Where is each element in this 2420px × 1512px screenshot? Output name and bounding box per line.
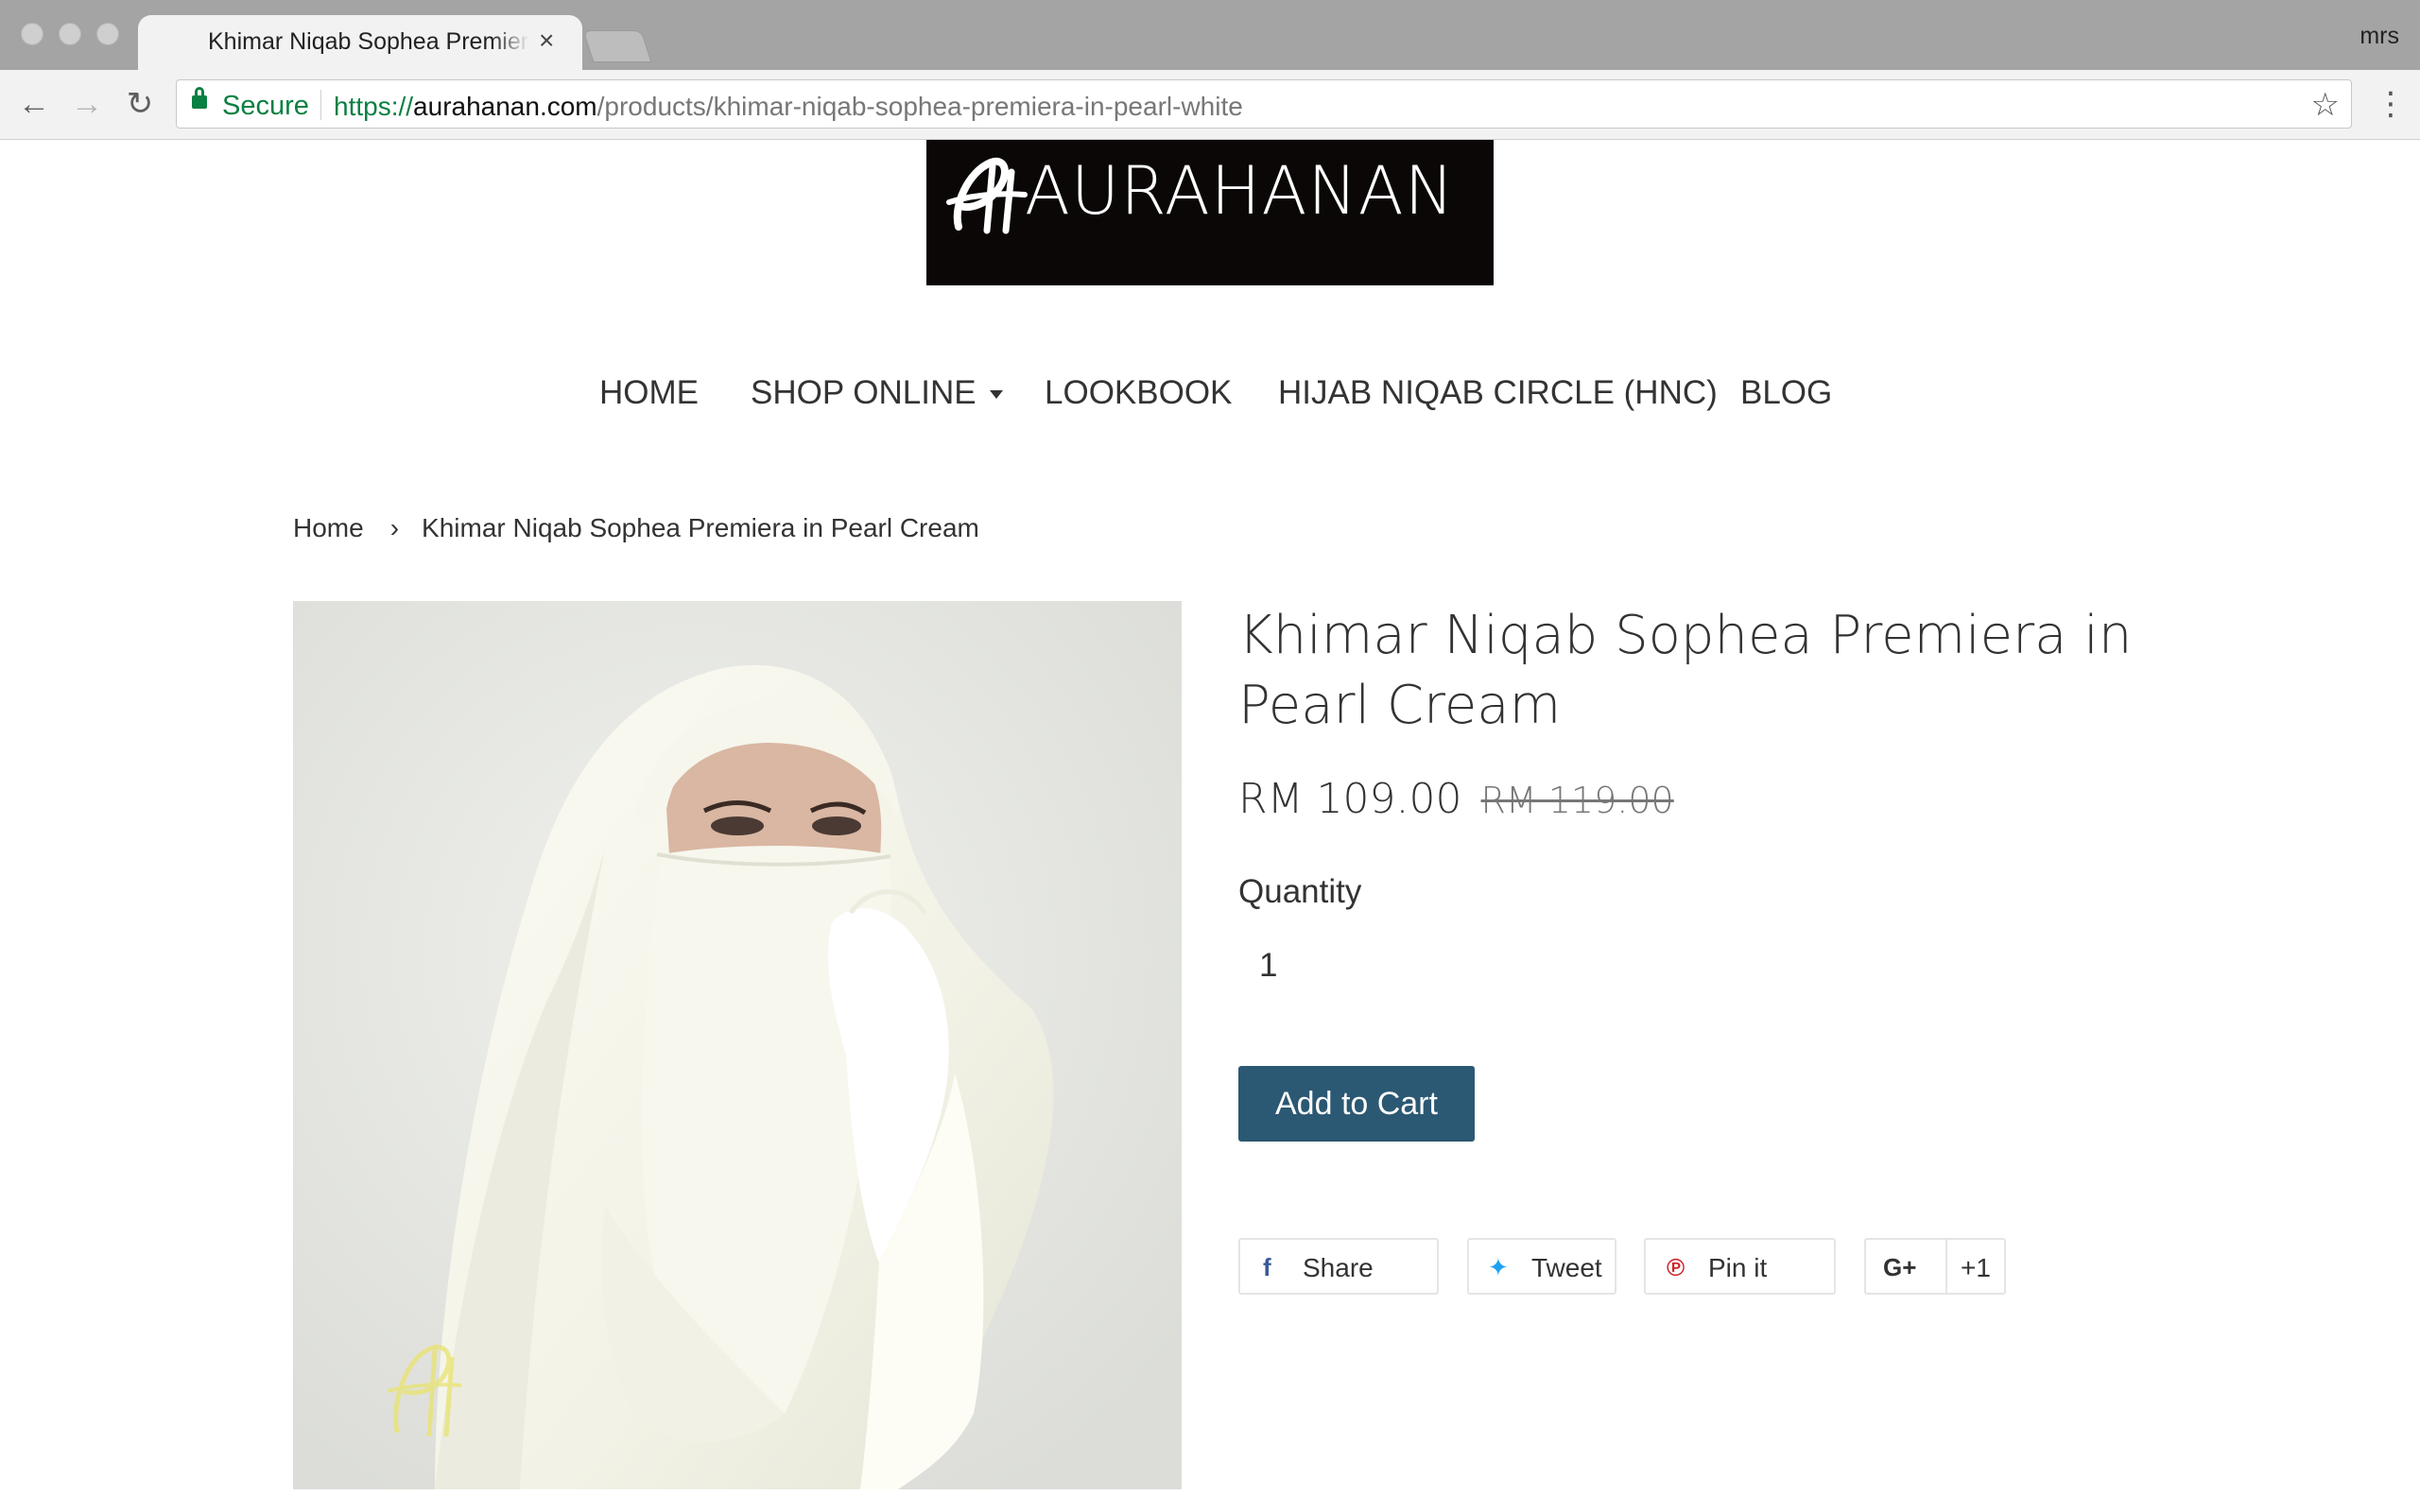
minimize-window-icon[interactable]	[59, 23, 81, 45]
address-bar[interactable]: Secure https://aurahanan.com/products/kh…	[176, 79, 2352, 129]
browser-tab-active[interactable]: Khimar Niqab Sophea Premiera in Pearl Wh…	[138, 15, 582, 70]
url-scheme: https://	[334, 92, 414, 121]
tab-close-icon[interactable]: ×	[539, 26, 554, 55]
tab-title: Khimar Niqab Sophea Premiera in Pearl Wh…	[208, 28, 529, 56]
share-facebook-button[interactable]: f Share	[1238, 1238, 1439, 1295]
twitter-icon: ✦	[1488, 1253, 1509, 1281]
maximize-window-icon[interactable]	[96, 23, 119, 45]
profile-name[interactable]: mrs	[2360, 23, 2399, 50]
sale-price: RM 109.00	[1238, 775, 1462, 823]
close-window-icon[interactable]	[21, 23, 43, 45]
browser-menu-icon[interactable]: ⋮	[2375, 85, 2407, 123]
share-twitter-label: Tweet	[1531, 1253, 1602, 1282]
product-price-block: RM 109.00 RM 119.00	[1238, 775, 1674, 823]
compare-price: RM 119.00	[1480, 780, 1674, 821]
share-googleplus-label: +1	[1961, 1253, 1991, 1282]
nav-home[interactable]: HOME	[599, 374, 699, 412]
back-arrow-icon[interactable]: ←	[17, 87, 51, 121]
browser-toolbar: ← → ↻ Secure https://aurahanan.com/produ…	[0, 70, 2420, 140]
browser-tab-bar: Khimar Niqab Sophea Premiera in Pearl Wh…	[0, 0, 2420, 70]
add-to-cart-button[interactable]: Add to Cart	[1238, 1066, 1475, 1142]
nav-blog[interactable]: BLOG	[1740, 374, 1832, 412]
breadcrumb-home[interactable]: Home	[293, 513, 364, 542]
product-title: Khimar Niqab Sophea Premiera in Pearl Cr…	[1238, 605, 2133, 736]
googleplus-icon: G+	[1883, 1253, 1917, 1281]
main-navigation: HOME SHOP ONLINE LOOKBOOK HIJAB NIQAB CI…	[0, 374, 2420, 421]
site-logo[interactable]: AURAHANAN	[926, 140, 1494, 285]
new-tab-button[interactable]	[582, 30, 652, 62]
breadcrumb-current: Khimar Niqab Sophea Premiera in Pearl Cr…	[422, 513, 979, 542]
googleplus-divider	[1945, 1240, 1947, 1293]
facebook-icon: f	[1263, 1253, 1271, 1281]
url-path: /products/khimar-niqab-sophea-premiera-i…	[596, 92, 1243, 121]
quantity-label: Quantity	[1238, 873, 1362, 910]
caret-down-icon	[989, 390, 1003, 400]
nav-shop-online[interactable]: SHOP ONLINE	[751, 374, 1003, 412]
secure-label: Secure	[222, 91, 309, 121]
share-pinterest-label: Pin it	[1708, 1253, 1768, 1282]
bookmark-star-icon[interactable]: ☆	[2311, 86, 2340, 124]
quantity-input[interactable]	[1244, 941, 1357, 990]
nav-hijab-niqab-circle[interactable]: HIJAB NIQAB CIRCLE (HNC)	[1278, 374, 1718, 412]
pinterest-icon: ℗	[1667, 1253, 1685, 1281]
share-pinterest-button[interactable]: ℗ Pin it	[1644, 1238, 1836, 1295]
share-googleplus-button[interactable]: G+ +1	[1864, 1238, 2006, 1295]
forward-arrow-icon[interactable]: →	[70, 87, 104, 121]
url-text[interactable]: https://aurahanan.com/products/khimar-ni…	[334, 92, 1243, 122]
share-twitter-button[interactable]: ✦ Tweet	[1467, 1238, 1616, 1295]
breadcrumb-chevron-icon: ›	[389, 513, 400, 542]
breadcrumb: Home › Khimar Niqab Sophea Premiera in Pea…	[293, 513, 979, 543]
product-image[interactable]	[293, 601, 1182, 1489]
logo-monogram-icon	[946, 157, 1028, 234]
nav-shop-online-label: SHOP ONLINE	[751, 374, 977, 411]
reload-icon[interactable]: ↻	[123, 87, 157, 121]
address-divider	[320, 90, 321, 120]
url-host: aurahanan.com	[413, 92, 597, 121]
logo-wordmark: AURAHANAN	[1025, 152, 1455, 230]
share-facebook-label: Share	[1303, 1253, 1374, 1282]
lock-icon	[192, 87, 207, 109]
product-photo	[293, 601, 1182, 1489]
nav-lookbook[interactable]: LOOKBOOK	[1045, 374, 1232, 412]
